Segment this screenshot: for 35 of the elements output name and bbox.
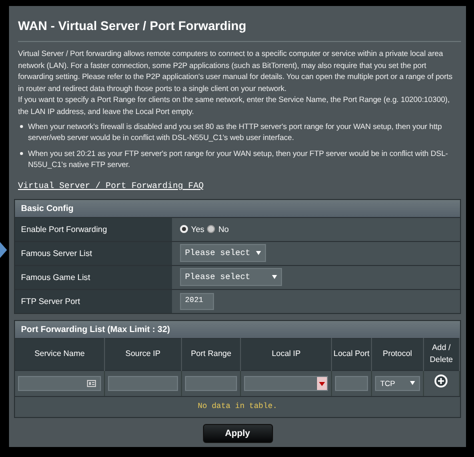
radio-label: No — [218, 224, 229, 234]
column-header: Local Port — [331, 338, 372, 370]
dropdown[interactable]: Please select — [180, 268, 282, 286]
bullet-icon — [20, 152, 23, 155]
caret-icon[interactable] — [256, 251, 262, 256]
section-header: Port Forwarding List (Max Limit : 32) — [15, 320, 460, 338]
input-field[interactable] — [184, 376, 238, 391]
faq-link[interactable]: Virtual Server / Port Forwarding FAQ — [18, 180, 204, 191]
bullet-icon — [20, 124, 23, 128]
input-field[interactable] — [334, 376, 368, 391]
column-header: Port Range — [181, 338, 241, 370]
caret-icon[interactable] — [272, 275, 277, 280]
list-icon[interactable] — [87, 380, 96, 387]
arrow-icon — [0, 242, 7, 258]
field-label: Famous Game List — [15, 266, 172, 289]
column-header: Protocol — [372, 338, 424, 370]
field-label: Enable Port Forwarding — [15, 218, 172, 241]
column-header: Add / Delete — [423, 338, 460, 370]
column-header: Service Name — [15, 338, 105, 370]
input-field[interactable] — [108, 376, 178, 391]
column-header: Local IP — [240, 338, 332, 370]
dropdown[interactable] — [244, 376, 328, 391]
field-label: FTP Server Port — [15, 290, 172, 313]
input-field[interactable] — [18, 376, 102, 391]
dropdown[interactable]: Please select — [180, 244, 266, 262]
field-label: Famous Server List — [15, 242, 172, 265]
caret-icon[interactable] — [410, 381, 415, 386]
apply-button[interactable]: Apply — [202, 424, 272, 443]
add-icon[interactable] — [434, 374, 448, 388]
radio-button[interactable] — [207, 225, 216, 234]
radio-label: Yes — [191, 224, 204, 234]
section-header: Basic Config — [15, 200, 460, 217]
caret-icon[interactable] — [316, 376, 327, 390]
page-title: WAN - Virtual Server / Port Forwarding — [18, 19, 461, 42]
column-header: Source IP — [104, 338, 182, 370]
